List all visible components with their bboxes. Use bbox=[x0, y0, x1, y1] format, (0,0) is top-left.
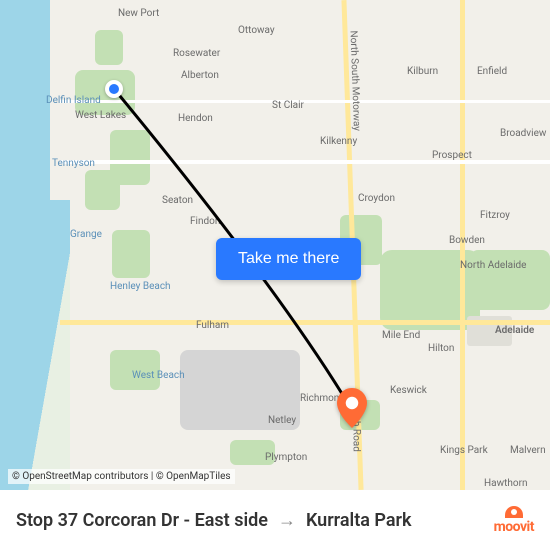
map-label: Hawthorn bbox=[484, 478, 527, 489]
route-from-label: Stop 37 Corcoran Dr - East side bbox=[16, 510, 268, 531]
map-label: Seaton bbox=[162, 195, 193, 206]
route-to-label: Kurralta Park bbox=[306, 510, 412, 531]
map-canvas[interactable]: New Port Ottoway Rosewater Alberton Kilb… bbox=[0, 0, 550, 490]
map-label: Broadview bbox=[500, 128, 546, 139]
map-label: Malvern bbox=[510, 445, 546, 456]
map-label: Fitzroy bbox=[480, 210, 510, 221]
take-me-there-button[interactable]: Take me there bbox=[216, 238, 361, 280]
map-label: Fulham bbox=[196, 320, 229, 331]
map-label: Adelaide bbox=[495, 325, 534, 336]
map-label: West Beach bbox=[132, 370, 185, 381]
map-label: New Port bbox=[118, 8, 159, 19]
map-label: Delfin Island bbox=[46, 95, 101, 106]
map-label: West Lakes bbox=[75, 110, 126, 121]
map-label: Tennyson bbox=[52, 158, 95, 169]
map-label: Enfield bbox=[477, 66, 507, 77]
map-label: Keswick bbox=[390, 385, 427, 396]
destination-marker-icon[interactable] bbox=[337, 388, 367, 418]
map-label: Hilton bbox=[428, 343, 454, 354]
map-label: Grange bbox=[70, 229, 102, 240]
map-label: Ottoway bbox=[238, 25, 275, 36]
moovit-logo-icon: moovit bbox=[494, 506, 534, 535]
map-label: Bowden bbox=[449, 235, 485, 246]
arrow-right-icon: → bbox=[278, 510, 296, 531]
map-label: Plympton bbox=[265, 452, 307, 463]
map-label: Prospect bbox=[432, 150, 472, 161]
origin-marker-icon[interactable] bbox=[105, 80, 123, 98]
map-label: Hendon bbox=[178, 113, 213, 124]
map-label: Kilburn bbox=[407, 66, 438, 77]
map-label: Henley Beach bbox=[110, 281, 171, 292]
route-footer: Stop 37 Corcoran Dr - East side → Kurral… bbox=[0, 490, 550, 550]
map-attribution: © OpenStreetMap contributors | © OpenMap… bbox=[8, 469, 235, 484]
map-label: Croydon bbox=[358, 193, 395, 204]
map-label: St Clair bbox=[272, 100, 304, 111]
map-label: Kings Park bbox=[440, 445, 488, 456]
map-label: North Adelaide bbox=[460, 260, 526, 271]
map-label: Kilkenny bbox=[320, 136, 357, 147]
map-label: Alberton bbox=[181, 70, 219, 81]
map-label: Netley bbox=[268, 415, 296, 426]
map-label: Mile End bbox=[382, 330, 420, 341]
map-label: Rosewater bbox=[173, 48, 220, 59]
map-label: Findon bbox=[190, 216, 220, 227]
